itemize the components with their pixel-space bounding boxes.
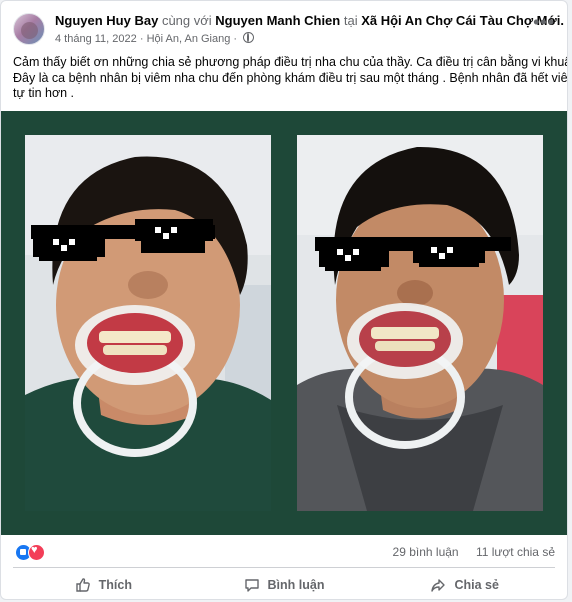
post-place[interactable]: Hội An, An Giang	[147, 33, 231, 45]
comment-count[interactable]: 29 bình luận	[393, 545, 459, 559]
like-label: Thích	[98, 578, 132, 592]
love-reaction-icon	[28, 544, 45, 561]
at-text: tại	[343, 13, 358, 28]
post-card: Nguyen Huy Bay cùng với Nguyen Manh Chie…	[0, 0, 568, 600]
globe-icon	[243, 32, 255, 43]
post-text: Cảm thấy biết ơn những chia sẻ phương ph…	[13, 55, 568, 102]
after-treatment-photo[interactable]	[297, 135, 543, 511]
share-label: Chia sẻ	[454, 578, 499, 592]
more-options-icon[interactable]: •••	[533, 13, 555, 31]
like-button[interactable]: Thích	[13, 571, 194, 599]
with-text: cùng với	[161, 13, 212, 28]
avatar[interactable]	[13, 13, 45, 45]
meta-separator-2: ·	[233, 33, 238, 45]
comment-label: Bình luận	[267, 578, 325, 592]
comment-button[interactable]: Bình luận	[194, 571, 375, 599]
post-date[interactable]: 4 tháng 11, 2022	[55, 33, 137, 45]
post-header: Nguyen Huy Bay cùng với Nguyen Manh Chie…	[13, 11, 564, 47]
post-actions: Thích Bình luận Chia sẻ	[13, 571, 555, 599]
post-text-line: tự tin hơn .	[13, 86, 75, 100]
divider	[13, 567, 555, 568]
post-author-line: Nguyen Huy Bay cùng với Nguyen Manh Chie…	[55, 13, 564, 29]
post-text-line: Đây là ca bệnh nhân bị viêm nha chu đến …	[13, 70, 568, 85]
meta-separator: ·	[139, 33, 144, 45]
share-button[interactable]: Chia sẻ	[374, 571, 555, 599]
tagged-name[interactable]: Nguyen Manh Chien	[215, 13, 340, 28]
comment-icon	[244, 579, 259, 592]
engagement-stats: 29 bình luận 11 lượt chia sẻ	[379, 545, 555, 559]
post-meta: 4 tháng 11, 2022 · Hội An, An Giang ·	[55, 32, 255, 46]
post-text-line: Cảm thấy biết ơn những chia sẻ phương ph…	[13, 55, 568, 69]
before-treatment-photo[interactable]	[25, 135, 271, 511]
reaction-summary[interactable]: 29 bình luận 11 lượt chia sẻ	[13, 542, 555, 562]
thumbs-up-icon	[75, 578, 90, 592]
post-media[interactable]	[1, 111, 567, 535]
author-name[interactable]: Nguyen Huy Bay	[55, 13, 158, 28]
share-count[interactable]: 11 lượt chia sẻ	[476, 545, 555, 559]
share-icon	[431, 579, 446, 592]
